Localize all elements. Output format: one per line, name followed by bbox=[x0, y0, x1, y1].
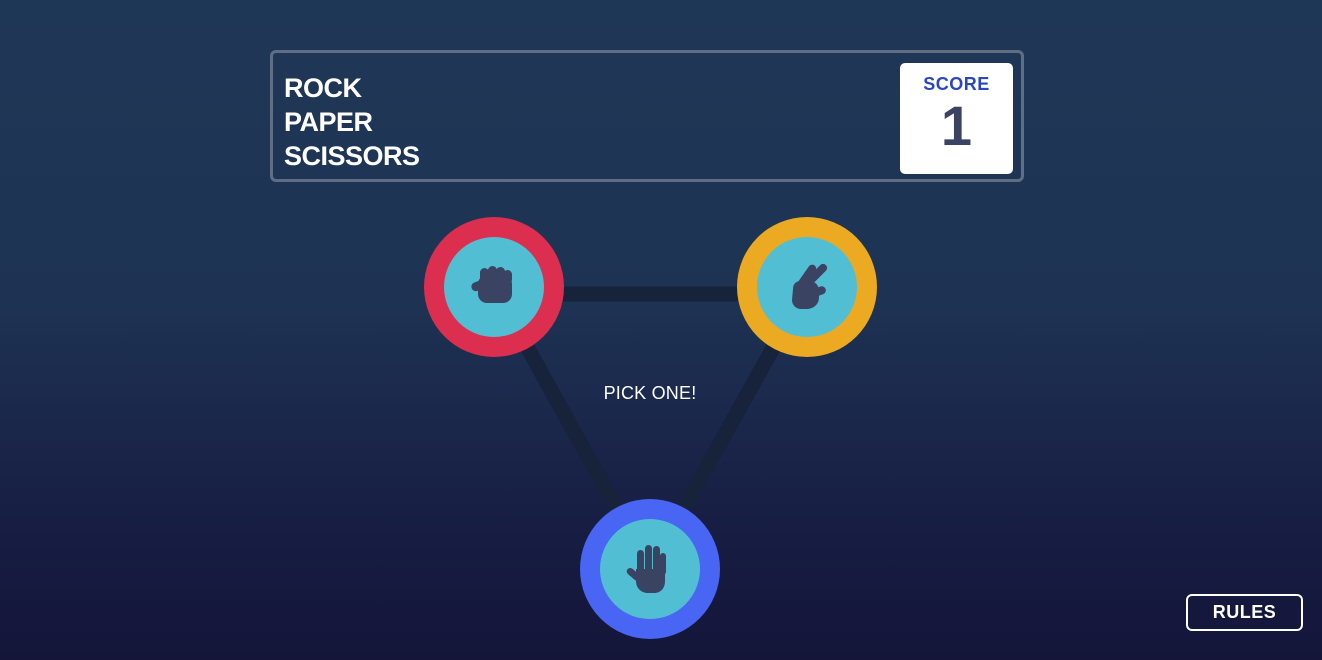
fist-icon bbox=[471, 266, 512, 303]
rock-choice-button[interactable] bbox=[424, 217, 564, 357]
open-hand-icon bbox=[626, 545, 666, 593]
scissors-choice-inner bbox=[757, 237, 857, 337]
paper-choice-button[interactable] bbox=[580, 499, 720, 639]
scissors-hand-icon bbox=[792, 263, 828, 309]
rules-button[interactable]: RULES bbox=[1186, 594, 1303, 631]
scissors-choice-button[interactable] bbox=[737, 217, 877, 357]
rock-choice-inner bbox=[444, 237, 544, 337]
paper-choice-inner bbox=[600, 519, 700, 619]
pick-one-instruction: PICK ONE! bbox=[603, 383, 697, 403]
